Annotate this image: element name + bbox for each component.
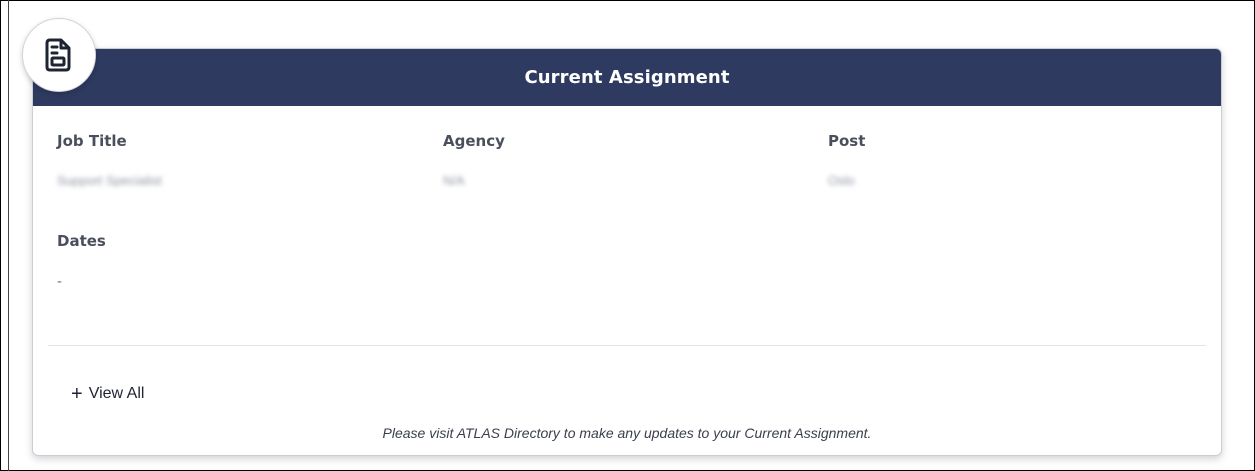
dates-label: Dates [57, 232, 106, 250]
view-all-label: View All [88, 385, 145, 402]
card-title: Current Assignment [524, 67, 730, 88]
post-value: Oslo [828, 173, 855, 188]
dates-value: - [57, 273, 62, 290]
agency-label: Agency [443, 132, 505, 150]
post-label: Post [828, 132, 866, 150]
frame-edge [8, 0, 9, 471]
plus-icon: + [71, 383, 83, 405]
current-assignment-card: Current Assignment Job Title Support Spe… [32, 48, 1222, 456]
view-all-link[interactable]: + View All [71, 384, 144, 404]
agency-value: N/A [443, 173, 465, 188]
card-header: Current Assignment [33, 49, 1221, 106]
job-title-label: Job Title [57, 132, 127, 150]
divider [48, 345, 1206, 346]
update-notice: Please visit ATLAS Directory to make any… [382, 425, 872, 441]
job-title-value: Support Specialist [57, 173, 162, 188]
document-icon [22, 18, 96, 92]
